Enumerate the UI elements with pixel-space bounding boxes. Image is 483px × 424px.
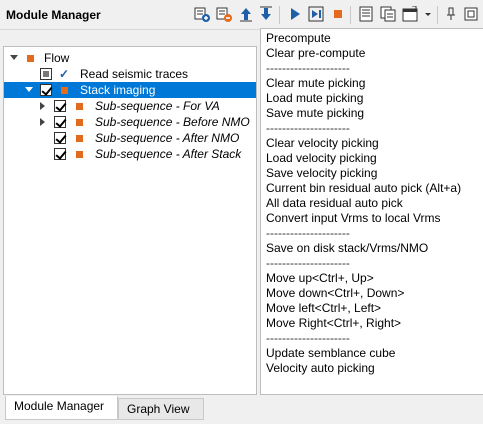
move-down-icon[interactable] [258, 6, 274, 22]
toolbar-separator [279, 6, 280, 24]
context-menu: Precompute Clear pre-compute -----------… [260, 28, 483, 395]
checkbox[interactable] [40, 84, 52, 96]
menu-item-save-on-disk[interactable]: Save on disk stack/Vrms/NMO [266, 241, 461, 256]
tab-module-manager[interactable]: Module Manager [5, 396, 118, 420]
copy-icon[interactable] [380, 6, 396, 22]
tree-item-sub-sequence-after-stack[interactable]: Sub-sequence - After Stack [4, 146, 256, 162]
tree-item-sub-sequence-for-va[interactable]: Sub-sequence - For VA [4, 98, 256, 114]
tree-item-label: Read seismic traces [80, 67, 189, 81]
menu-item-all-data-residual-auto-pick[interactable]: All data residual auto pick [266, 196, 461, 211]
menu-separator: --------------------- [266, 331, 350, 345]
tree-item-label: Sub-sequence - For VA [95, 99, 220, 113]
tree-item-sub-sequence-after-nmo[interactable]: Sub-sequence - After NMO [4, 130, 256, 146]
menu-item-save-velocity-picking[interactable]: Save velocity picking [266, 166, 461, 181]
menu-item-current-bin-residual-auto-pick[interactable]: Current bin residual auto pick (Alt+a) [266, 181, 461, 196]
module-manager-header: Module Manager [0, 0, 483, 30]
float-icon[interactable] [463, 6, 479, 22]
menu-separator: --------------------- [266, 226, 350, 240]
tab-graph-view[interactable]: Graph View [118, 398, 204, 420]
collapsed-arrow-icon[interactable] [39, 118, 47, 126]
menu-item-clear-pre-compute[interactable]: Clear pre-compute [266, 46, 461, 61]
module-marker-icon [76, 119, 83, 126]
remove-module-icon[interactable] [216, 6, 232, 22]
window-icon[interactable] [402, 6, 418, 22]
add-module-icon[interactable] [194, 6, 210, 22]
tree-item-label: Sub-sequence - After Stack [95, 147, 242, 161]
menu-separator: --------------------- [266, 61, 350, 75]
menu-separator: --------------------- [266, 256, 350, 270]
tree-item-label: Flow [44, 51, 70, 65]
menu-item-update-semblance-cube[interactable]: Update semblance cube [266, 346, 461, 361]
menu-item-load-mute-picking[interactable]: Load mute picking [266, 91, 461, 106]
checkbox[interactable] [40, 68, 52, 80]
tree-item-read-seismic-traces[interactable]: ✓ Read seismic traces [4, 66, 256, 82]
module-marker-icon [27, 55, 34, 62]
flow-tree[interactable]: Flow ✓ Read seismic traces Stack imaging… [3, 46, 257, 395]
window-title: Module Manager [6, 8, 101, 22]
menu-item-clear-mute-picking[interactable]: Clear mute picking [266, 76, 461, 91]
menu-item-velocity-auto-picking[interactable]: Velocity auto picking [266, 361, 461, 376]
checkmark-icon: ✓ [59, 67, 70, 81]
checkbox[interactable] [54, 148, 66, 160]
menu-separator: --------------------- [266, 121, 350, 135]
module-marker-icon [76, 135, 83, 142]
module-marker-icon [76, 103, 83, 110]
menu-item-move-left[interactable]: Move left<Ctrl+, Left> [266, 301, 461, 316]
tree-item-label: Sub-sequence - Before NMO [95, 115, 250, 129]
menu-item-move-up[interactable]: Move up<Ctrl+, Up> [266, 271, 461, 286]
stop-icon[interactable] [330, 6, 346, 22]
tree-item-label: Sub-sequence - After NMO [95, 131, 240, 145]
collapsed-arrow-icon[interactable] [39, 102, 47, 110]
menu-item-convert-input-vrms[interactable]: Convert input Vrms to local Vrms [266, 211, 461, 226]
checkbox[interactable] [54, 100, 66, 112]
menu-item-load-velocity-picking[interactable]: Load velocity picking [266, 151, 461, 166]
menu-item-move-right[interactable]: Move Right<Ctrl+, Right> [266, 316, 461, 331]
menu-item-clear-velocity-picking[interactable]: Clear velocity picking [266, 136, 461, 151]
toolbar-separator [350, 6, 351, 24]
bottom-tab-bar: Module Manager Graph View [0, 396, 483, 424]
menu-item-save-mute-picking[interactable]: Save mute picking [266, 106, 461, 121]
pin-icon[interactable] [443, 6, 459, 22]
dropdown-icon[interactable] [420, 6, 436, 22]
run-to-icon[interactable] [308, 6, 324, 22]
module-marker-icon [76, 151, 83, 158]
list-icon[interactable] [358, 6, 374, 22]
toolbar-separator [437, 6, 438, 24]
menu-item-precompute[interactable]: Precompute [266, 31, 461, 46]
play-icon[interactable] [287, 6, 303, 22]
tree-item-sub-sequence-before-nmo[interactable]: Sub-sequence - Before NMO [4, 114, 256, 130]
checkbox[interactable] [54, 132, 66, 144]
expanded-arrow-icon[interactable] [25, 86, 33, 94]
context-menu-list: Precompute Clear pre-compute -----------… [266, 31, 461, 376]
module-marker-icon [61, 87, 68, 94]
tree-item-stack-imaging[interactable]: Stack imaging [4, 82, 256, 98]
menu-item-move-down[interactable]: Move down<Ctrl+, Down> [266, 286, 461, 301]
expanded-arrow-icon[interactable] [10, 54, 18, 62]
checkbox[interactable] [54, 116, 66, 128]
tree-item-label: Stack imaging [80, 83, 156, 97]
move-up-icon[interactable] [238, 6, 254, 22]
tree-item-flow[interactable]: Flow [4, 50, 256, 66]
